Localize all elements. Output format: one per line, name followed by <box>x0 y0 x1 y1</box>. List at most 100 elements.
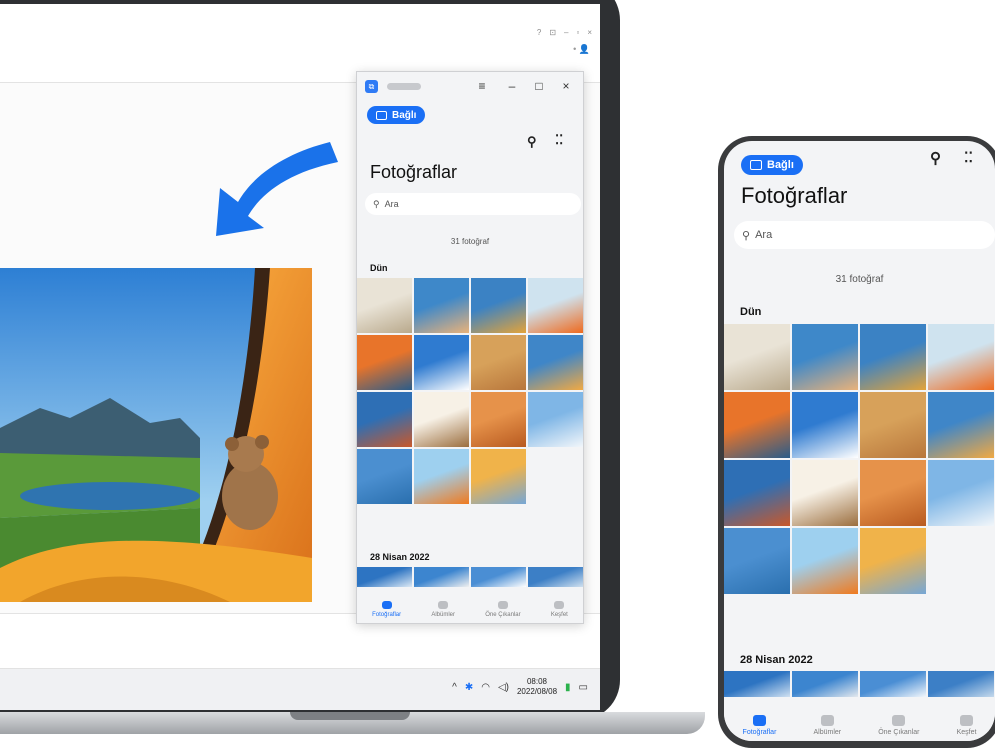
albums-icon <box>820 715 834 726</box>
photo-thumbnail-coast[interactable] <box>724 528 790 594</box>
photos-icon <box>752 715 766 726</box>
photo-thumbnail-harbor[interactable] <box>928 392 994 458</box>
photo-thumbnail-skier[interactable] <box>792 392 858 458</box>
restore-icon[interactable]: ⊡ <box>549 28 556 37</box>
photo-thumbnail-dandelion[interactable] <box>357 278 412 333</box>
section-date: Dün <box>740 306 762 318</box>
photo-thumbnail-snow-peaks[interactable] <box>860 671 926 699</box>
photo-thumbnail-still-life[interactable] <box>357 335 412 390</box>
connected-label: Bağlı <box>767 159 794 171</box>
nav-item-star[interactable]: Öne Çıkanlar <box>485 601 521 623</box>
maximize-icon[interactable]: ▫ <box>576 28 579 37</box>
photo-thumbnail-woman-field[interactable] <box>471 278 526 333</box>
photo-thumbnail-sand-dunes[interactable] <box>860 460 926 526</box>
app-titlebar: ⧉ ≡ – □ × <box>357 72 583 102</box>
photo-thumbnail-orange-umbrella[interactable] <box>792 528 858 594</box>
section-date: 28 Nisan 2022 <box>370 552 430 562</box>
close-button[interactable]: × <box>559 79 573 93</box>
page-title: Fotoğraflar <box>741 183 848 208</box>
clock[interactable]: 08:08 2022/08/08 <box>517 677 557 697</box>
photo-thumbnail-harbor[interactable] <box>528 335 583 390</box>
notification-icon[interactable]: ▭ <box>579 682 588 693</box>
chevron-up-icon[interactable]: ^ <box>452 682 457 693</box>
nav-label: Fotoğraflar <box>372 612 402 618</box>
taskbar: ^ ✱ ◠ ◁) 08:08 2022/08/08 ▮ ▭ <box>0 668 600 710</box>
star-icon <box>497 601 508 609</box>
photo-thumbnail-climber[interactable] <box>792 671 858 699</box>
photo-thumbnail-orange-umbrella[interactable] <box>414 449 469 504</box>
close-icon[interactable]: × <box>587 28 592 37</box>
wifi-icon[interactable]: ◠ <box>481 682 490 693</box>
search-placeholder: Ara <box>384 199 399 209</box>
nav-label: Fotoğraflar <box>742 729 777 736</box>
tent-photo <box>0 268 312 602</box>
bluetooth-icon[interactable]: ✱ <box>465 682 473 693</box>
connected-label: Bağlı <box>392 109 417 121</box>
nav-item-star[interactable]: Öne Çıkanlar <box>878 715 919 741</box>
phone-screen: Bağlı ⚲ ⁚⁚ Fotoğraflar ⚲ Ara 31 fotoğraf… <box>724 141 995 741</box>
photo-thumbnail-desert-camels[interactable] <box>471 335 526 390</box>
user-icon[interactable]: • 👤 <box>573 44 590 55</box>
photo-thumbnail-paper-boat[interactable] <box>928 324 994 390</box>
photo-thumbnail-red-rocks[interactable] <box>357 392 412 447</box>
battery-icon[interactable]: ▮ <box>565 682 571 693</box>
bottom-nav: Fotoğraflar Albümler Öne Çıkanlar Keşfet <box>357 589 583 623</box>
more-icon[interactable]: ⁚⁚ <box>964 149 973 166</box>
photo-thumbnail-desert-camels[interactable] <box>860 392 926 458</box>
section-date: 28 Nisan 2022 <box>740 654 813 666</box>
connected-badge[interactable]: Bağlı <box>741 155 803 175</box>
discover-icon <box>959 715 973 726</box>
photo-thumbnail-glacier[interactable] <box>528 567 583 587</box>
photo-thumbnail-red-rocks[interactable] <box>724 460 790 526</box>
nav-item-photos[interactable]: Fotoğraflar <box>372 601 401 623</box>
more-icon[interactable]: ⁚⁚ <box>555 132 563 148</box>
photo-thumbnail-snow-couple[interactable] <box>528 392 583 447</box>
photo-thumbnail-mountain-lake[interactable] <box>724 671 790 699</box>
minimize-icon[interactable]: – <box>564 28 568 37</box>
photo-thumbnail-beach-chairs[interactable] <box>792 460 858 526</box>
photo-thumbnail-climber[interactable] <box>414 567 469 587</box>
photo-thumbnail-woman-field[interactable] <box>860 324 926 390</box>
photo-thumbnail-friends-selfie[interactable] <box>792 324 858 390</box>
location-icon[interactable]: ⚲ <box>527 134 537 150</box>
nav-item-albums[interactable]: Albümler <box>431 601 455 623</box>
photo-thumbnail-skier[interactable] <box>414 335 469 390</box>
photo-thumbnail-friends-selfie[interactable] <box>414 278 469 333</box>
search-field[interactable]: ⚲ Ara <box>734 221 995 249</box>
nav-label: Albümler <box>813 729 842 736</box>
location-icon[interactable]: ⚲ <box>930 149 941 167</box>
search-field[interactable]: ⚲ Ara <box>365 193 581 215</box>
photo-thumbnail-tent-bear[interactable] <box>471 449 526 504</box>
clock-time: 08:08 <box>526 677 548 686</box>
photo-thumbnail-sand-dunes[interactable] <box>471 392 526 447</box>
photo-thumbnail-mountain-lake[interactable] <box>357 567 412 587</box>
photos-app-window: ⧉ ≡ – □ × Bağlı ⚲ ⁚⁚ Fotoğraflar ⚲ Ara 3… <box>356 71 584 624</box>
nav-item-albums[interactable]: Albümler <box>813 715 842 741</box>
photo-thumbnail-dandelion[interactable] <box>724 324 790 390</box>
connected-badge[interactable]: Bağlı <box>367 106 426 124</box>
photo-thumbnail-still-life[interactable] <box>724 392 790 458</box>
photo-thumbnail-paper-boat[interactable] <box>528 278 583 333</box>
photo-thumbnail-tent-bear[interactable] <box>860 528 926 594</box>
photo-count: 31 fotoğraf <box>835 274 884 285</box>
discover-icon <box>554 601 565 609</box>
nav-label: Öne Çıkanlar <box>485 612 521 618</box>
photo-thumbnail-glacier[interactable] <box>928 671 994 699</box>
volume-icon[interactable]: ◁) <box>498 682 509 693</box>
clock-date: 2022/08/08 <box>516 687 558 696</box>
devices-icon <box>376 110 387 120</box>
photo-thumbnail-snow-peaks[interactable] <box>471 567 526 587</box>
photo-thumbnail-coast[interactable] <box>357 449 412 504</box>
nav-item-photos[interactable]: Fotoğraflar <box>742 715 777 741</box>
hamburger-menu-icon[interactable]: ≡ <box>475 79 489 93</box>
minimize-button[interactable]: – <box>505 79 519 93</box>
maximize-button[interactable]: □ <box>532 79 546 93</box>
photo-thumbnail-beach-chairs[interactable] <box>414 392 469 447</box>
nav-label: Albümler <box>431 612 456 618</box>
nav-item-discover[interactable]: Keşfet <box>551 601 568 623</box>
nav-item-discover[interactable]: Keşfet <box>957 715 976 741</box>
search-icon: ⚲ <box>742 229 751 242</box>
search-icon: ⚲ <box>373 198 380 209</box>
photo-thumbnail-snow-couple[interactable] <box>928 460 994 526</box>
help-icon[interactable]: ? <box>537 28 541 37</box>
